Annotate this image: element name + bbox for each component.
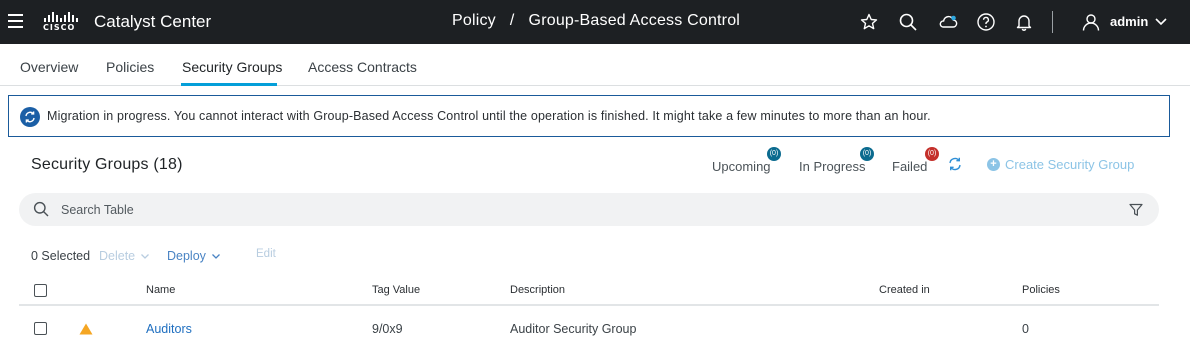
sync-icon bbox=[20, 107, 40, 127]
bell-icon[interactable] bbox=[1014, 12, 1034, 32]
breadcrumb-separator: / bbox=[509, 12, 515, 29]
column-header-description[interactable]: Description bbox=[510, 284, 565, 296]
row-description: Auditor Security Group bbox=[510, 322, 637, 336]
delete-button[interactable]: Delete bbox=[99, 249, 150, 263]
row-policies-count: 0 bbox=[1022, 322, 1029, 336]
user-name[interactable]: admin bbox=[1110, 14, 1148, 29]
tab-bar: Overview Policies Security Groups Access… bbox=[0, 44, 1190, 86]
search-bar bbox=[19, 193, 1159, 226]
cisco-logo[interactable]: CISCO bbox=[43, 12, 79, 34]
breadcrumb-current: Group-Based Access Control bbox=[528, 12, 741, 29]
chevron-down-icon bbox=[141, 254, 150, 259]
star-icon[interactable] bbox=[859, 12, 879, 32]
cloud-icon[interactable] bbox=[938, 12, 958, 32]
menu-icon[interactable] bbox=[8, 14, 23, 28]
tab-access-contracts[interactable]: Access Contracts bbox=[308, 59, 417, 75]
delete-label: Delete bbox=[99, 249, 136, 263]
selected-count: 0 Selected bbox=[31, 249, 91, 263]
breadcrumb: Policy / Group-Based Access Control bbox=[452, 12, 740, 30]
deploy-label: Deploy bbox=[167, 249, 206, 263]
search-input[interactable] bbox=[61, 201, 861, 218]
header-divider bbox=[1052, 11, 1053, 33]
tab-overview[interactable]: Overview bbox=[20, 59, 78, 75]
deploy-button[interactable]: Deploy bbox=[167, 249, 221, 263]
active-tab-indicator bbox=[181, 83, 277, 86]
tab-policies[interactable]: Policies bbox=[106, 59, 154, 75]
column-header-name[interactable]: Name bbox=[146, 284, 175, 296]
warning-icon bbox=[79, 322, 93, 335]
chevron-down-icon[interactable] bbox=[1153, 13, 1173, 33]
help-icon[interactable] bbox=[976, 12, 996, 32]
chevron-down-icon bbox=[211, 254, 220, 259]
row-tag-value: 9/0x9 bbox=[372, 322, 403, 336]
column-header-created-in[interactable]: Created in bbox=[879, 284, 930, 296]
top-bar: CISCO Catalyst Center Policy / Group-Bas… bbox=[0, 0, 1190, 44]
create-security-group-button[interactable]: + Create Security Group bbox=[987, 157, 1134, 172]
plus-icon: + bbox=[987, 158, 1000, 171]
failed-count-badge: (0) bbox=[925, 147, 939, 161]
row-name-link[interactable]: Auditors bbox=[146, 322, 192, 336]
user-icon[interactable] bbox=[1081, 12, 1101, 32]
filter-icon[interactable] bbox=[1129, 203, 1143, 217]
search-icon bbox=[33, 201, 49, 217]
banner-message: Migration in progress. You cannot intera… bbox=[47, 109, 931, 123]
row-checkbox[interactable] bbox=[34, 322, 47, 335]
breadcrumb-policy[interactable]: Policy bbox=[452, 12, 496, 30]
edit-button[interactable]: Edit bbox=[256, 248, 276, 260]
table-header bbox=[19, 276, 1159, 306]
in-progress-count-badge: (0) bbox=[860, 147, 874, 161]
cisco-logo-text: CISCO bbox=[43, 23, 76, 32]
tab-security-groups[interactable]: Security Groups bbox=[182, 59, 282, 75]
page-title: Security Groups (18) bbox=[31, 156, 183, 173]
create-security-group-label: Create Security Group bbox=[1005, 157, 1135, 172]
in-progress-label[interactable]: In Progress bbox=[799, 159, 865, 174]
column-header-policies[interactable]: Policies bbox=[1022, 284, 1060, 296]
upcoming-label[interactable]: Upcoming bbox=[712, 159, 771, 174]
column-header-tag-value[interactable]: Tag Value bbox=[372, 284, 420, 296]
search-icon[interactable] bbox=[898, 12, 918, 32]
failed-label[interactable]: Failed bbox=[892, 159, 927, 174]
refresh-icon[interactable] bbox=[947, 156, 963, 172]
app-title[interactable]: Catalyst Center bbox=[94, 12, 211, 32]
upcoming-count-badge: (0) bbox=[767, 147, 781, 161]
migration-banner: Migration in progress. You cannot intera… bbox=[8, 95, 1170, 137]
select-all-checkbox[interactable] bbox=[34, 284, 47, 297]
